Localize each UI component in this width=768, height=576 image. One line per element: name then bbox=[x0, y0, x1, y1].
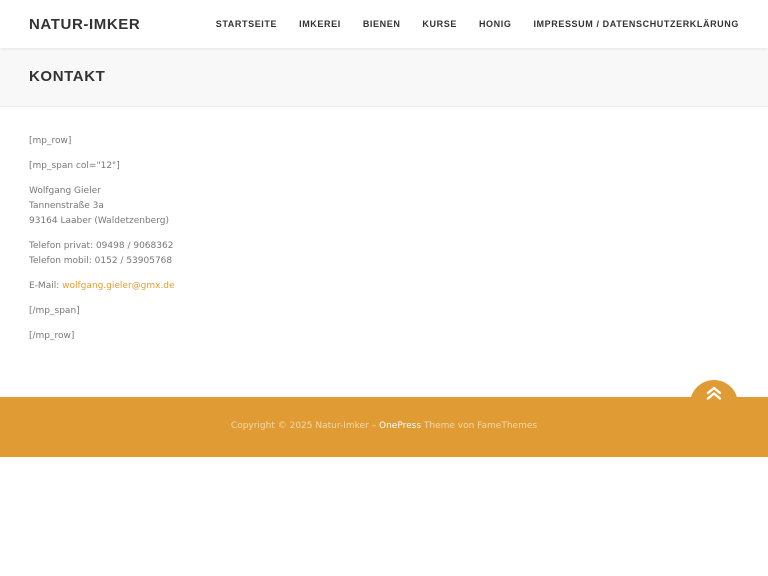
phone-block: Telefon privat: 09498 / 9068362 Telefon … bbox=[29, 239, 729, 269]
contact-street: Tannenstraße 3a bbox=[29, 201, 104, 211]
contact-name: Wolfgang Gieler bbox=[29, 186, 101, 196]
back-to-top-button[interactable] bbox=[690, 380, 738, 404]
nav-item-kurse[interactable]: KURSE bbox=[422, 18, 457, 30]
nav-item-imkerei[interactable]: IMKEREI bbox=[299, 18, 341, 30]
theme-suffix: Theme von FameThemes bbox=[421, 421, 538, 431]
email-label: E-Mail: bbox=[29, 281, 63, 291]
shortcode-span-close: [/mp_span] bbox=[29, 306, 80, 316]
nav-item-bienen[interactable]: BIENEN bbox=[363, 18, 401, 30]
page-title: KONTAKT bbox=[29, 68, 106, 85]
contact-city: 93164 Laaber (Waldetzenberg) bbox=[29, 216, 169, 226]
site-logo[interactable]: NATUR-IMKER bbox=[29, 16, 140, 33]
phone-private: Telefon privat: 09498 / 9068362 bbox=[29, 241, 174, 251]
double-chevron-up-icon bbox=[706, 386, 722, 400]
site-footer: Copyright © 2025 Natur-Imker – OnePress … bbox=[0, 397, 768, 457]
copyright-text: Copyright © 2025 Natur-Imker – bbox=[230, 421, 379, 431]
address-block: Wolfgang Gieler Tannenstraße 3a 93164 La… bbox=[29, 184, 729, 229]
main-navigation: STARTSEITE IMKEREI BIENEN KURSE HONIG IM… bbox=[194, 18, 739, 30]
page-title-bar: KONTAKT bbox=[0, 48, 768, 107]
email-block: E-Mail: wolfgang.gieler@gmx.de bbox=[29, 279, 729, 294]
nav-item-startseite[interactable]: STARTSEITE bbox=[216, 18, 277, 30]
footer-copyright: Copyright © 2025 Natur-Imker – OnePress … bbox=[0, 421, 768, 431]
page-content: [mp_row] [mp_span col="12"] Wolfgang Gie… bbox=[29, 134, 729, 354]
nav-item-impressum[interactable]: IMPRESSUM / DATENSCHUTZERKLÄRUNG bbox=[533, 18, 739, 30]
theme-link[interactable]: OnePress bbox=[379, 421, 421, 431]
nav-item-honig[interactable]: HONIG bbox=[479, 18, 512, 30]
shortcode-span-open: [mp_span col="12"] bbox=[29, 161, 120, 171]
shortcode-row-open: [mp_row] bbox=[29, 136, 72, 146]
site-header: NATUR-IMKER STARTSEITE IMKEREI BIENEN KU… bbox=[0, 0, 768, 48]
email-link[interactable]: wolfgang.gieler@gmx.de bbox=[62, 281, 174, 291]
shortcode-row-close: [/mp_row] bbox=[29, 331, 75, 341]
phone-mobile: Telefon mobil: 0152 / 53905768 bbox=[29, 256, 173, 266]
